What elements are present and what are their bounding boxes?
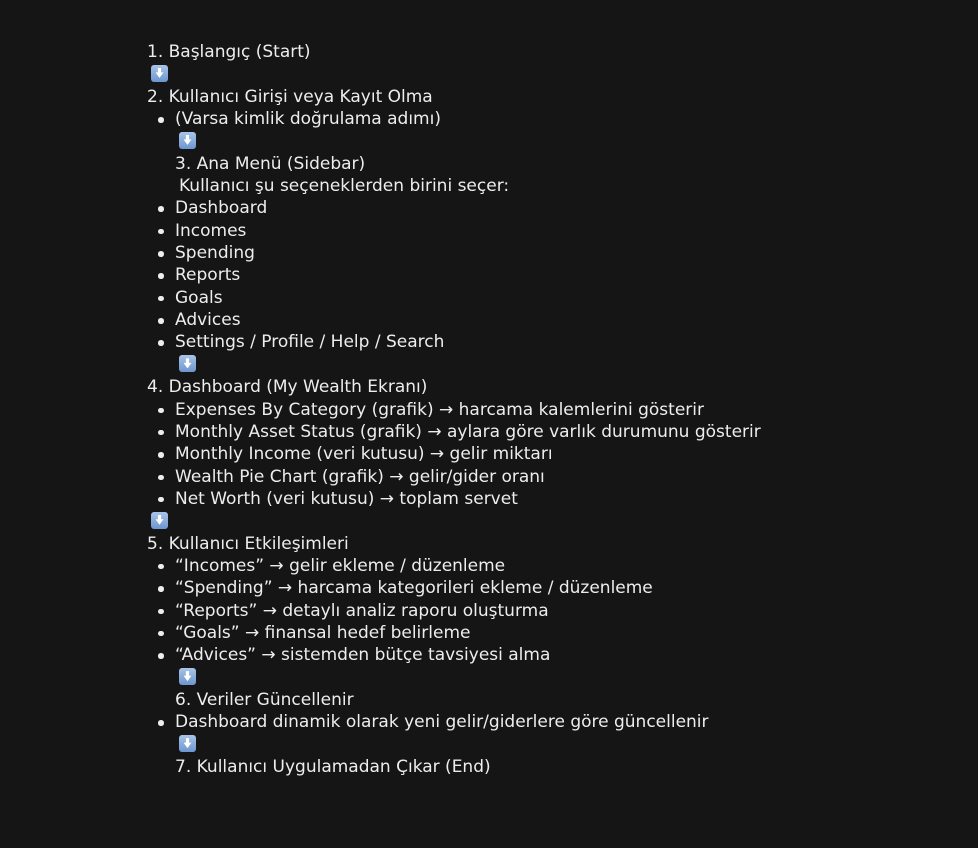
list-item: “Incomes” → gelir ekleme / düzenleme [147, 555, 947, 577]
step-3-heading: 3. Ana Menü (Sidebar) [175, 153, 366, 174]
list-item: “Spending” → harcama kategorileri ekleme… [147, 577, 947, 599]
step-4-heading: 4. Dashboard (My Wealth Ekranı) [147, 377, 428, 398]
down-arrow-icon [179, 668, 196, 686]
list-item: Monthly Asset Status (grafik) → aylara g… [147, 421, 947, 443]
step-2-heading: 2. Kullanıcı Girişi veya Kayıt Olma [147, 86, 433, 107]
step-3-subtext: Kullanıcı şu seçeneklerden birini seçer: [179, 176, 510, 197]
menu-item-spending: Spending [147, 242, 947, 264]
menu-item-advices: Advices [147, 309, 947, 331]
menu-item-incomes: Incomes [147, 220, 947, 242]
menu-item-goals: Goals [147, 287, 947, 309]
list-item: Expenses By Category (grafik) → harcama … [147, 399, 947, 421]
menu-item-settings: Settings / Profile / Help / Search [147, 331, 947, 353]
list-item: “Goals” → finansal hedef belirleme [147, 622, 947, 644]
down-arrow-icon [179, 355, 196, 373]
menu-item-reports: Reports [147, 264, 947, 286]
list-item: “Reports” → detaylı analiz raporu oluştu… [147, 600, 947, 622]
step-6-heading: 6. Veriler Güncellenir [175, 689, 354, 710]
down-arrow-icon [151, 511, 168, 529]
list-item: Dashboard dinamik olarak yeni gelir/gide… [147, 711, 947, 733]
down-arrow-icon [151, 64, 168, 82]
list-item: Net Worth (veri kutusu) → toplam servet [147, 488, 947, 510]
list-item: Monthly Income (veri kutusu) → gelir mik… [147, 443, 947, 465]
list-item: (Varsa kimlik doğrulama adımı) [147, 108, 947, 130]
list-item: Wealth Pie Chart (grafik) → gelir/gider … [147, 466, 947, 488]
list-item: “Advices” → sistemden bütçe tavsiyesi al… [147, 644, 947, 666]
step-5-heading: 5. Kullanıcı Etkileşimleri [147, 533, 349, 554]
flow-document: 1. Başlangıç (Start) 2. Kullanıcı Girişi… [147, 41, 947, 778]
down-arrow-icon [179, 131, 196, 149]
step-7-heading: 7. Kullanıcı Uygulamadan Çıkar (End) [175, 757, 491, 777]
menu-item-dashboard: Dashboard [147, 197, 947, 219]
down-arrow-icon [179, 735, 196, 753]
step-1-heading: 1. Başlangıç (Start) [147, 42, 311, 62]
